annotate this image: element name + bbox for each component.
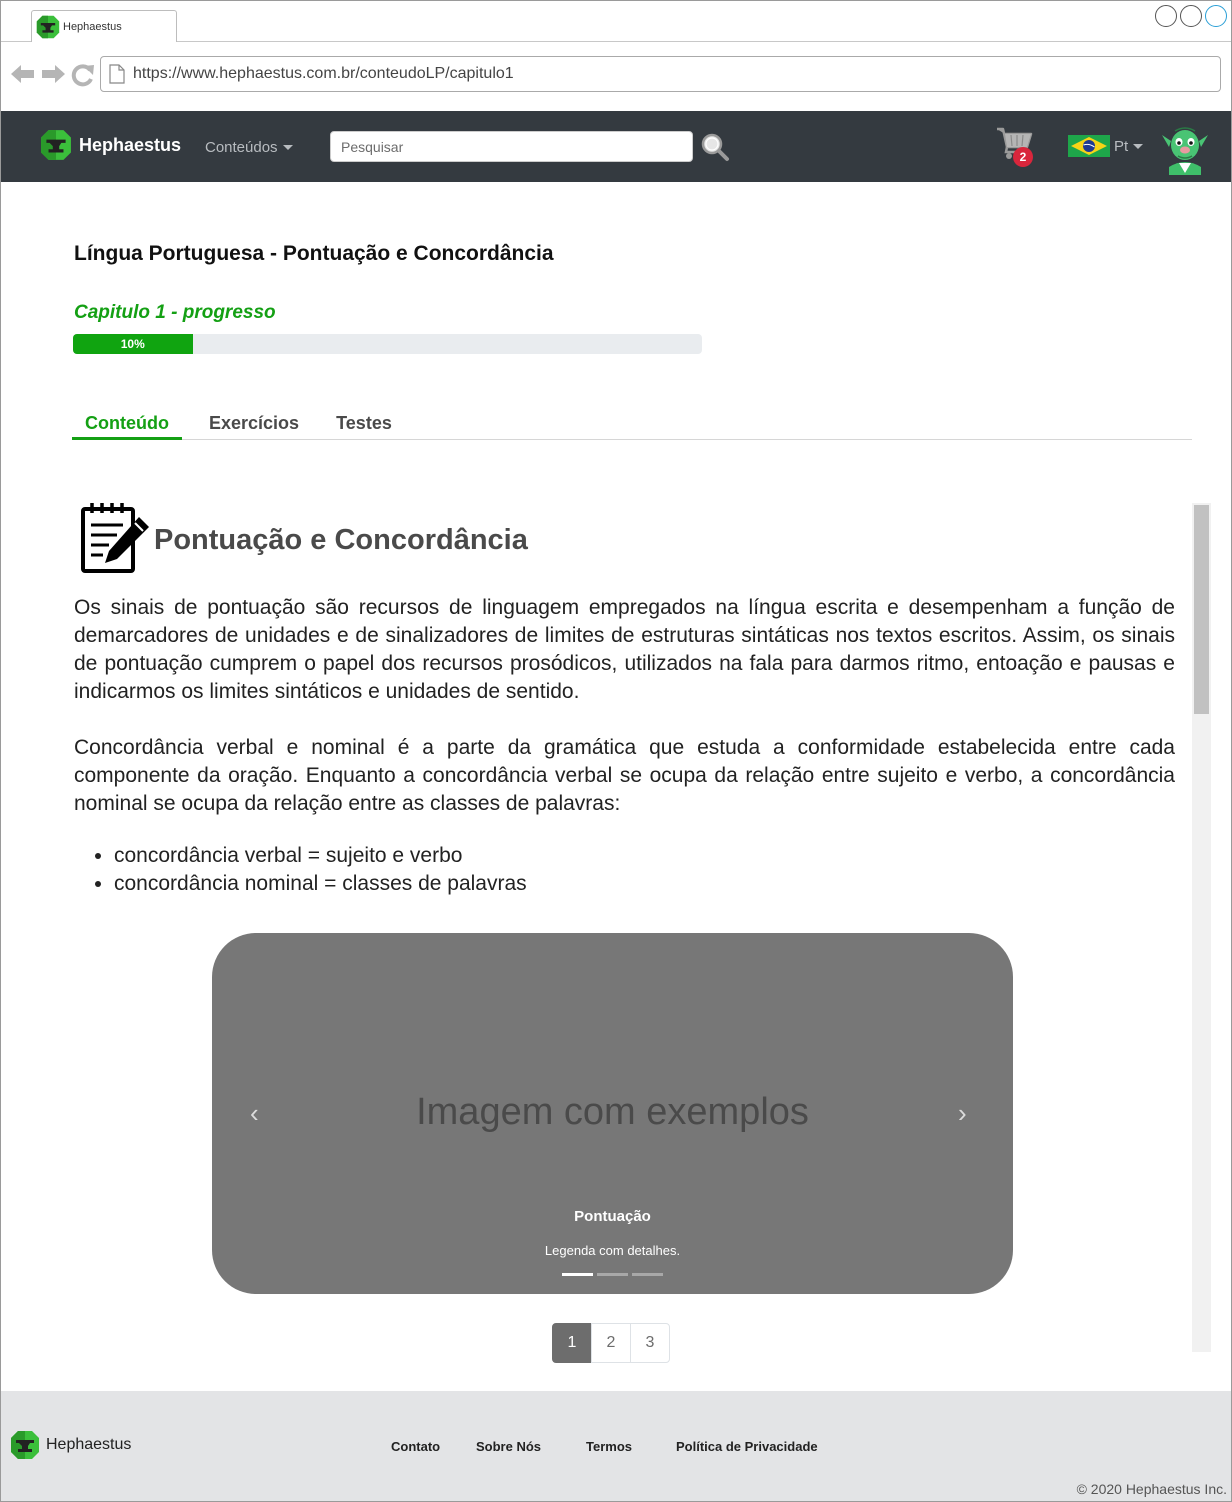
carousel-indicators <box>562 1273 663 1276</box>
tab-testes[interactable]: Testes <box>331 405 397 440</box>
caret-down-icon <box>1133 143 1144 149</box>
page-icon <box>109 64 125 84</box>
close-button[interactable] <box>1205 5 1227 27</box>
browser-address-row: https://www.hephaestus.com.br/conteudoLP… <box>1 43 1231 110</box>
search-input[interactable] <box>330 131 693 162</box>
page-link-3[interactable]: 3 <box>630 1323 670 1363</box>
browser-tab-strip: Hephaestus <box>1 1 1231 42</box>
footer-link-termos[interactable]: Termos <box>586 1439 632 1454</box>
language-selector[interactable]: Pt <box>1068 135 1144 157</box>
tab-exercicios[interactable]: Exercícios <box>204 405 304 440</box>
footer-link-privacidade[interactable]: Política de Privacidade <box>676 1439 818 1454</box>
footer-link-sobre-nos[interactable]: Sobre Nós <box>476 1439 541 1454</box>
minimize-button[interactable] <box>1155 5 1177 27</box>
goblin-avatar-icon <box>1162 127 1208 175</box>
notepad-pencil-icon <box>81 503 149 573</box>
browser-tab-title: Hephaestus <box>63 20 122 33</box>
carousel-caption-title: Pontuação <box>574 1208 651 1225</box>
paragraph-pontuacao: Os sinais de pontuação são recursos de l… <box>74 596 1175 703</box>
anvil-logo-icon <box>41 130 71 160</box>
cart-count-badge: 2 <box>1013 147 1033 167</box>
carousel-prev-button[interactable]: ‹ <box>250 1098 259 1129</box>
footer-brand[interactable]: Hephaestus <box>10 1430 131 1460</box>
carousel-caption-text: Legenda com detalhes. <box>544 1243 681 1258</box>
forward-arrow-icon[interactable] <box>40 63 66 85</box>
browser-nav-buttons <box>10 63 96 87</box>
site-navbar: Hephaestus Conteúdos Pesquisar 2 Pt <box>1 111 1231 182</box>
page-link-1[interactable]: 1 <box>552 1323 592 1363</box>
pagination: 1 2 3 <box>552 1323 670 1363</box>
footer-link-contato[interactable]: Contato <box>391 1439 440 1454</box>
progress-fill: 10% <box>73 334 193 354</box>
cart-button[interactable]: 2 <box>995 125 1039 167</box>
url-text: https://www.hephaestus.com.br/conteudoLP… <box>133 65 514 82</box>
copyright-text: © 2020 Hephaestus Inc. <box>1076 1481 1227 1497</box>
tab-conteudo[interactable]: Conteúdo <box>72 405 182 440</box>
carousel-indicator[interactable] <box>632 1273 663 1276</box>
content-tabs: Conteúdo Exercícios Testes <box>72 405 1192 440</box>
restore-button[interactable] <box>1180 5 1202 27</box>
anvil-logo-icon <box>36 15 60 38</box>
paragraph-concordancia: Concordância verbal e nominal é a parte … <box>74 736 1175 815</box>
contents-dropdown-label: Conteúdos <box>205 139 278 156</box>
browser-window: Hephaestus https://www.hephaestus.com.br… <box>0 0 1232 1502</box>
list-item: concordância nominal = classes de palavr… <box>114 870 527 898</box>
anvil-logo-icon <box>11 1431 39 1459</box>
search-icon <box>701 133 729 161</box>
url-bar[interactable]: https://www.hephaestus.com.br/conteudoLP… <box>100 56 1221 92</box>
brazil-flag-icon <box>1068 135 1110 157</box>
page-link-2[interactable]: 2 <box>591 1323 631 1363</box>
progress-label: Capitulo 1 - progresso <box>74 302 276 323</box>
section-header: Pontuação e Concordância <box>79 501 528 575</box>
content-scrollbar[interactable] <box>1192 503 1211 1352</box>
back-arrow-icon[interactable] <box>10 63 36 85</box>
reload-icon[interactable] <box>70 63 96 87</box>
caret-down-icon <box>282 145 293 150</box>
carousel-indicator[interactable] <box>562 1273 593 1276</box>
bullet-list: concordância verbal = sujeito e verbo co… <box>114 842 527 898</box>
site-footer: Hephaestus Contato Sobre Nós Termos Polí… <box>1 1391 1231 1501</box>
contents-dropdown[interactable]: Conteúdos <box>205 139 293 156</box>
carousel-image-placeholder: Imagem com exemplos <box>416 1091 809 1133</box>
navbar-brand[interactable]: Hephaestus <box>40 129 181 161</box>
footer-brand-name: Hephaestus <box>46 1436 132 1453</box>
section-title: Pontuação e Concordância <box>154 523 528 556</box>
search-button[interactable] <box>700 132 730 167</box>
list-item: concordância verbal = sujeito e verbo <box>114 842 527 870</box>
brand-name: Hephaestus <box>79 134 182 155</box>
browser-tab[interactable]: Hephaestus <box>31 10 177 42</box>
carousel-next-button[interactable]: › <box>958 1098 967 1129</box>
image-carousel: Imagem com exemplos ‹ › Pontuação Legend… <box>212 933 1013 1294</box>
window-controls <box>1155 5 1227 27</box>
user-avatar[interactable] <box>1161 123 1209 180</box>
course-title: Língua Portuguesa - Pontuação e Concordâ… <box>74 242 554 265</box>
carousel-indicator[interactable] <box>597 1273 628 1276</box>
scrollbar-thumb[interactable] <box>1194 505 1209 714</box>
progress-bar: 10% <box>73 334 702 354</box>
language-label: Pt <box>1114 137 1129 155</box>
